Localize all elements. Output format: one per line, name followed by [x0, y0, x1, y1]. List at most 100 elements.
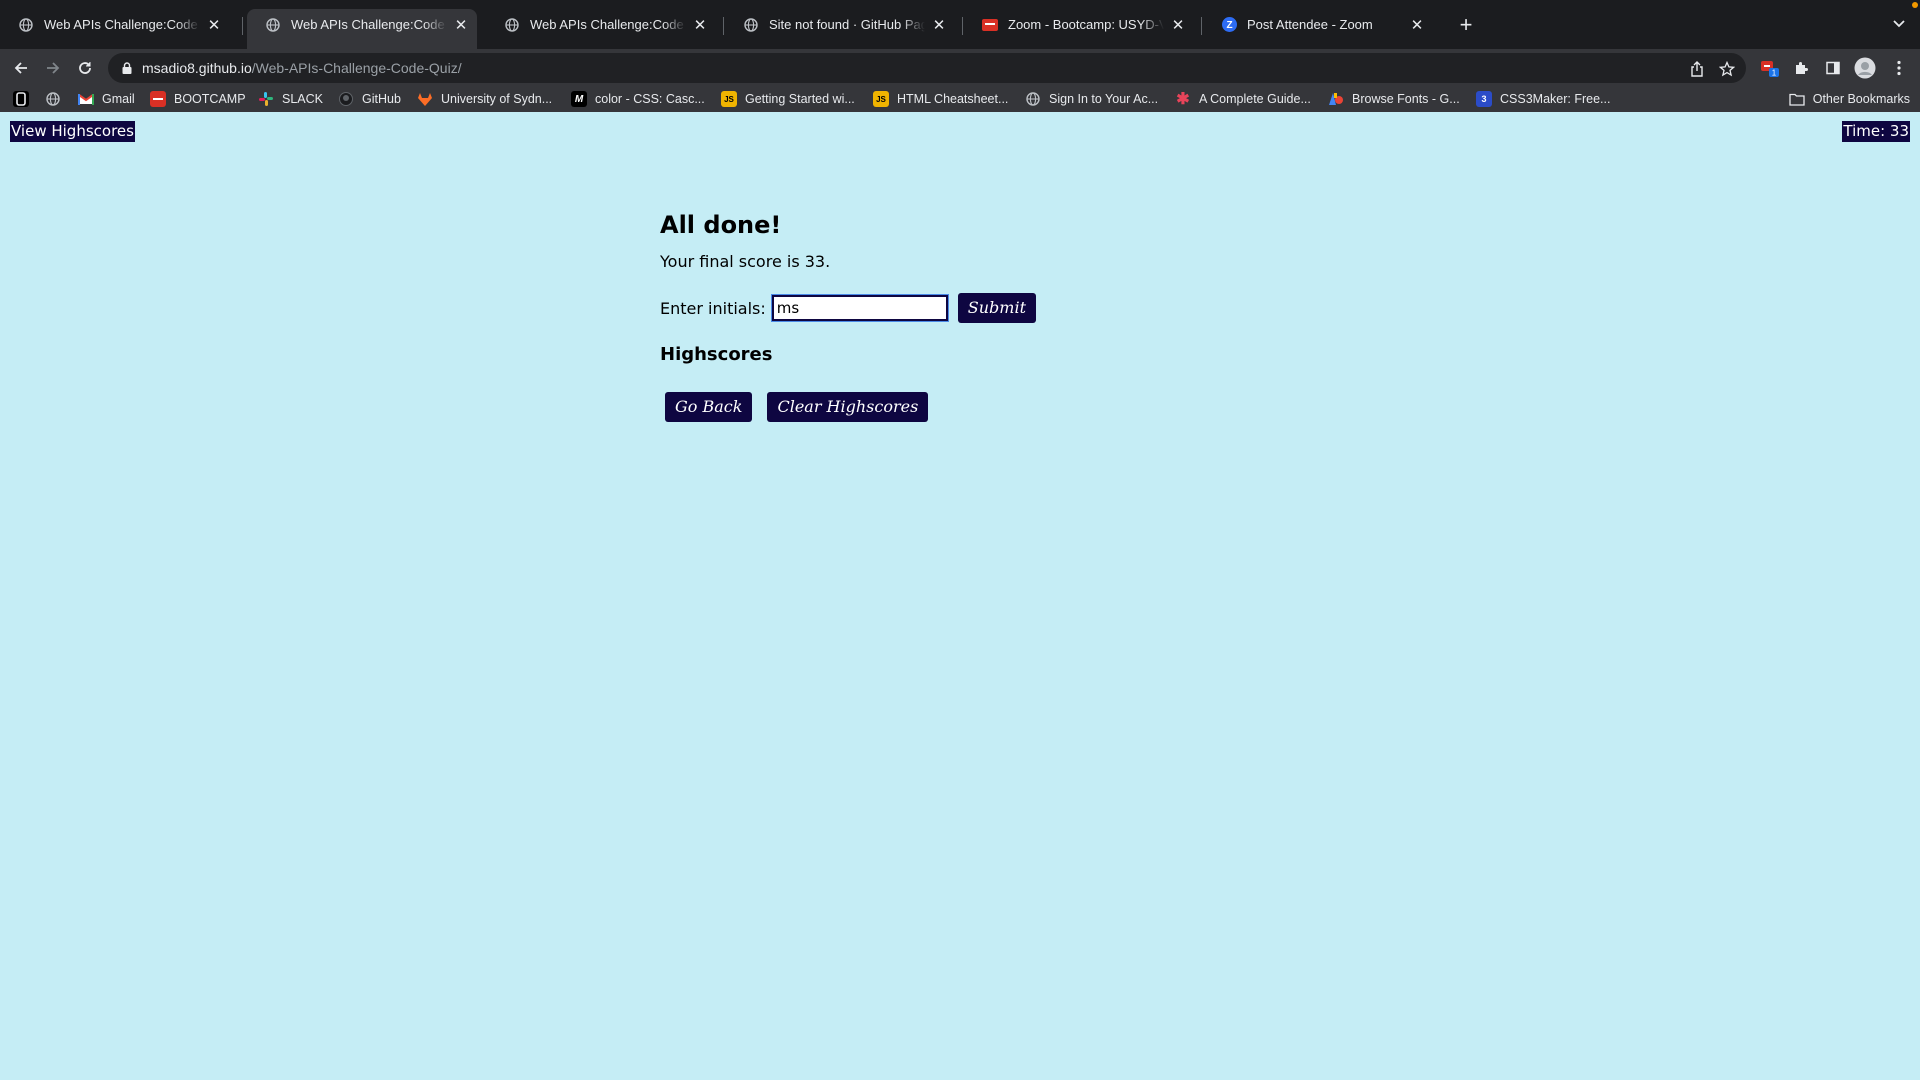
lock-icon[interactable]	[122, 62, 132, 74]
back-button[interactable]	[8, 55, 34, 81]
view-highscores-link[interactable]: View Highscores	[10, 121, 135, 142]
bookmark-label: Sign In to Your Ac...	[1049, 92, 1159, 106]
url-host: msadio8.github.io	[142, 60, 252, 76]
bookmark-getting-started[interactable]: JS Getting Started wi...	[721, 88, 855, 110]
puzzle-icon[interactable]	[1788, 55, 1814, 81]
bookmark-label: CSS3Maker: Free...	[1500, 92, 1611, 106]
gmail-icon	[78, 91, 94, 107]
reload-button[interactable]	[72, 55, 98, 81]
final-score: Your final score is 33.	[660, 252, 831, 271]
bookmark-bootcamp[interactable]: BOOTCAMP	[150, 88, 246, 110]
kebab-menu-icon[interactable]	[1886, 55, 1912, 81]
clear-highscores-button[interactable]: Clear Highscores	[767, 392, 929, 422]
svg-text:1: 1	[1772, 69, 1777, 78]
close-icon[interactable]: ✕	[1170, 17, 1186, 34]
new-tab-button[interactable]: +	[1452, 11, 1480, 39]
toolbar: msadio8.github.io/Web-APIs-Challenge-Cod…	[0, 49, 1920, 87]
side-panel-icon[interactable]	[1820, 55, 1846, 81]
bookmark-label: color - CSS: Casc...	[595, 92, 705, 106]
bookmark-sign-in[interactable]: Sign In to Your Ac...	[1025, 88, 1158, 110]
results-panel: All done! Your final score is 33. Enter …	[660, 210, 1260, 422]
bookmark-github[interactable]: GitHub	[338, 88, 401, 110]
bookmark-label: Gmail	[102, 92, 135, 106]
address-bar[interactable]: msadio8.github.io/Web-APIs-Challenge-Cod…	[108, 53, 1746, 83]
bookmark-label: BOOTCAMP	[174, 92, 246, 106]
bookmark-label: Browse Fonts - G...	[1352, 92, 1460, 106]
close-icon[interactable]: ✕	[1409, 17, 1425, 34]
initials-form: Enter initials: Submit	[660, 293, 1260, 323]
highscores-actions: Go Back Clear Highscores	[665, 392, 1260, 422]
chevron-down-icon[interactable]	[1888, 13, 1910, 35]
globe-icon	[45, 91, 61, 107]
tab-separator	[962, 17, 963, 35]
share-icon[interactable]	[1688, 60, 1706, 78]
tab-separator	[1201, 17, 1202, 35]
bookmark-slack[interactable]: SLACK	[258, 88, 323, 110]
initials-input[interactable]	[770, 294, 949, 322]
bookmark-label: Getting Started wi...	[745, 92, 855, 106]
svg-text:Z: Z	[1226, 20, 1232, 31]
initials-label: Enter initials:	[660, 298, 766, 318]
asterisk-icon: ✱	[1176, 91, 1190, 108]
submit-button[interactable]: Submit	[957, 293, 1036, 323]
app-icon	[13, 91, 29, 107]
close-icon[interactable]: ✕	[453, 17, 469, 34]
tab-1[interactable]: Web APIs Challenge:Code Quiz ✕	[0, 9, 230, 40]
timer: Time: 33	[1842, 121, 1910, 142]
globe-icon	[18, 17, 34, 33]
tab-5[interactable]: Zoom - Bootcamp: USYD-VIRT ✕	[964, 9, 1194, 40]
avatar[interactable]	[1852, 55, 1878, 81]
globe-icon	[743, 17, 759, 33]
js-icon: JS	[721, 91, 737, 107]
tab-title: Zoom - Bootcamp: USYD-VIRT	[1008, 17, 1164, 32]
bookmark-globe[interactable]	[45, 88, 69, 110]
globe-icon	[504, 17, 520, 33]
globe-icon	[265, 17, 281, 33]
bookmark-css3maker[interactable]: 3 CSS3Maker: Free...	[1476, 88, 1610, 110]
tab-6[interactable]: Z Post Attendee - Zoom ✕	[1203, 9, 1433, 40]
globe-icon	[1025, 91, 1041, 107]
zoom-icon: Z	[1221, 17, 1237, 33]
mdn-icon: M	[571, 91, 587, 107]
other-bookmarks-label: Other Bookmarks	[1812, 92, 1910, 106]
forward-button[interactable]	[40, 55, 66, 81]
bookmark-label: SLACK	[282, 92, 323, 106]
close-icon[interactable]: ✕	[931, 17, 947, 34]
bookmark-gmail[interactable]: Gmail	[78, 88, 135, 110]
tab-separator	[723, 17, 724, 35]
quiz-page: View Highscores Time: 33 All done! Your …	[0, 112, 1920, 1080]
close-icon[interactable]: ✕	[692, 17, 708, 34]
tab-3[interactable]: Web APIs Challenge:Code Quiz ✕	[486, 9, 716, 40]
tab-2[interactable]: Web APIs Challenge:Code Quiz ✕	[247, 9, 477, 49]
tab-strip: Web APIs Challenge:Code Quiz ✕ Web APIs …	[0, 0, 1920, 49]
browser-chrome: Web APIs Challenge:Code Quiz ✕ Web APIs …	[0, 0, 1920, 118]
gitlab-icon	[417, 91, 433, 107]
tab-title: Site not found · GitHub Pages	[769, 17, 925, 32]
page-title: All done!	[660, 211, 782, 239]
tab-title: Post Attendee - Zoom	[1247, 17, 1373, 32]
bootcamp-icon	[150, 91, 166, 107]
bookmark-complete-guide[interactable]: ✱ A Complete Guide...	[1175, 88, 1311, 110]
bookmark-label: HTML Cheatsheet...	[897, 92, 1009, 106]
tab-title: Web APIs Challenge:Code Quiz	[530, 17, 686, 32]
other-bookmarks[interactable]: Other Bookmarks	[1789, 88, 1910, 110]
extension-badge-icon[interactable]: 1	[1757, 55, 1783, 81]
google-fonts-icon	[1328, 91, 1344, 107]
bookmark-mdn[interactable]: M color - CSS: Casc...	[571, 88, 705, 110]
tab-4[interactable]: Site not found · GitHub Pages ✕	[725, 9, 955, 40]
js-icon: JS	[873, 91, 889, 107]
go-back-button[interactable]: Go Back	[665, 392, 753, 422]
zoom-bootcamp-icon	[982, 17, 998, 33]
star-icon[interactable]	[1718, 60, 1736, 78]
github-icon	[338, 91, 354, 107]
tab-title: Web APIs Challenge:Code Quiz	[44, 17, 200, 32]
bookmark-label: GitHub	[362, 92, 401, 106]
bookmark-label: University of Sydn...	[441, 92, 553, 106]
tab-separator	[242, 17, 243, 35]
bookmark-app[interactable]	[13, 88, 37, 110]
slack-icon	[258, 91, 274, 107]
bookmark-university[interactable]: University of Sydn...	[417, 88, 552, 110]
bookmark-html-cheatsheet[interactable]: JS HTML Cheatsheet...	[873, 88, 1008, 110]
close-icon[interactable]: ✕	[206, 17, 222, 34]
bookmark-browse-fonts[interactable]: Browse Fonts - G...	[1328, 88, 1460, 110]
